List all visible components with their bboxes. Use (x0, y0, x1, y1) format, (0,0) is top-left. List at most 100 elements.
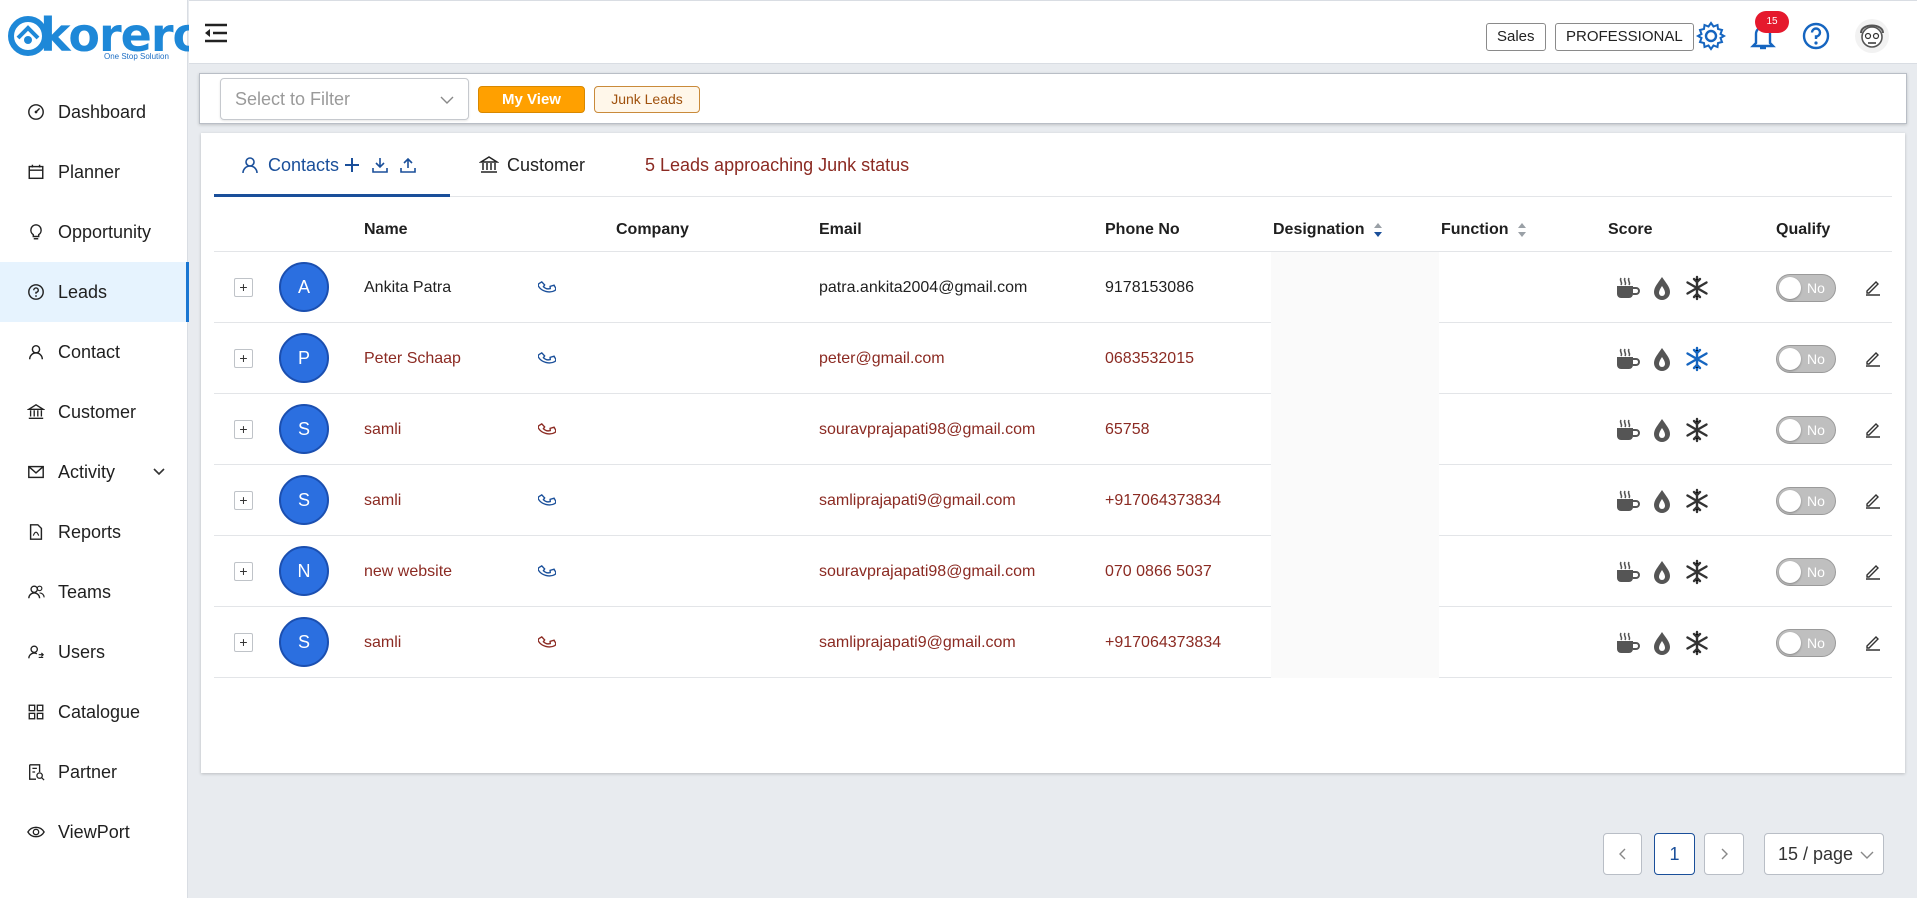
warm-drop-icon[interactable] (1648, 487, 1676, 515)
help-icon[interactable] (1801, 21, 1831, 51)
hot-coffee-icon[interactable] (1613, 629, 1641, 657)
junk-status-warning[interactable]: 5 Leads approaching Junk status (645, 133, 909, 197)
page-size-select[interactable]: 15 / page (1764, 833, 1884, 875)
page-number-button[interactable]: 1 (1654, 833, 1695, 875)
phone-icon[interactable] (538, 562, 556, 580)
edit-icon[interactable] (1864, 633, 1882, 651)
sidebar-item-partner[interactable]: Partner (0, 742, 188, 802)
lead-avatar[interactable]: P (279, 333, 329, 383)
sort-icon[interactable] (1373, 222, 1383, 238)
lead-avatar[interactable]: A (279, 262, 329, 312)
sidebar-item-customer[interactable]: Customer (0, 382, 188, 442)
add-icon[interactable] (343, 156, 361, 174)
qualify-toggle[interactable]: No (1776, 274, 1836, 302)
lead-phone[interactable]: +917064373834 (1105, 607, 1221, 678)
lead-email[interactable]: samliprajapati9@gmail.com (819, 607, 1016, 678)
expand-row-button[interactable]: + (234, 491, 253, 510)
prev-page-button[interactable] (1603, 833, 1642, 875)
lead-name[interactable]: new website (364, 536, 452, 607)
lead-name[interactable]: samli (364, 465, 401, 536)
column-header-qualify[interactable]: Qualify (1776, 208, 1830, 252)
edit-icon[interactable] (1864, 420, 1882, 438)
phone-icon[interactable] (538, 278, 556, 296)
hot-coffee-icon[interactable] (1613, 274, 1641, 302)
tab-customer[interactable]: Customer (479, 133, 585, 197)
lead-name[interactable]: samli (364, 394, 401, 465)
qualify-toggle[interactable]: No (1776, 487, 1836, 515)
sidebar-item-reports[interactable]: Reports (0, 502, 188, 562)
warm-drop-icon[interactable] (1648, 274, 1676, 302)
qualify-toggle[interactable]: No (1776, 558, 1836, 586)
upload-icon[interactable] (399, 156, 417, 174)
phone-icon[interactable] (538, 349, 556, 367)
expand-row-button[interactable]: + (234, 633, 253, 652)
junk-leads-button[interactable]: Junk Leads (594, 86, 700, 113)
lead-avatar[interactable]: S (279, 404, 329, 454)
sidebar-item-teams[interactable]: Teams (0, 562, 188, 622)
table-row[interactable]: + Ssamli samliprajapati9@gmail.com +9170643… (214, 607, 1892, 678)
table-row[interactable]: + Ssamli souravprajapati98@gmail.com 65758 N… (214, 394, 1892, 465)
column-header-email[interactable]: Email (819, 208, 862, 252)
download-icon[interactable] (371, 156, 389, 174)
lead-email[interactable]: souravprajapati98@gmail.com (819, 394, 1035, 465)
expand-row-button[interactable]: + (234, 420, 253, 439)
hot-coffee-icon[interactable] (1613, 345, 1641, 373)
warm-drop-icon[interactable] (1648, 416, 1676, 444)
phone-icon[interactable] (538, 420, 556, 438)
qualify-toggle[interactable]: No (1776, 629, 1836, 657)
table-row[interactable]: + Nnew website souravprajapati98@gmail.com… (214, 536, 1892, 607)
lead-avatar[interactable]: S (279, 475, 329, 525)
table-row[interactable]: + Ssamli samliprajapati9@gmail.com +9170643… (214, 465, 1892, 536)
lead-avatar[interactable]: S (279, 617, 329, 667)
lead-phone[interactable]: 070 0866 5037 (1105, 536, 1212, 607)
table-row[interactable]: + A Ankita Patra patra.ankita2004@gmail.com… (214, 252, 1892, 323)
lead-phone[interactable]: 0683532015 (1105, 323, 1194, 394)
menu-fold-icon[interactable] (203, 21, 229, 45)
filter-select[interactable]: Select to Filter (220, 78, 469, 120)
sidebar-item-catalogue[interactable]: Catalogue (0, 682, 188, 742)
sort-icon[interactable] (1517, 222, 1527, 238)
lead-phone[interactable]: 9178153086 (1105, 252, 1194, 323)
lead-avatar[interactable]: N (279, 546, 329, 596)
column-header-phone[interactable]: Phone No (1105, 208, 1180, 252)
lead-name[interactable]: samli (364, 607, 401, 678)
my-view-button[interactable]: My View (478, 86, 585, 113)
cold-snowflake-icon[interactable] (1683, 558, 1711, 586)
sidebar-item-opportunity[interactable]: Opportunity (0, 202, 188, 262)
expand-row-button[interactable]: + (234, 278, 253, 297)
cold-snowflake-icon[interactable] (1683, 487, 1711, 515)
plan-tag[interactable]: PROFESSIONAL (1555, 23, 1694, 51)
lead-email[interactable]: peter@gmail.com (819, 323, 945, 394)
brand-logo[interactable]: korero One Stop Solution (8, 10, 204, 64)
role-tag[interactable]: Sales (1486, 23, 1546, 51)
lead-phone[interactable]: 65758 (1105, 394, 1150, 465)
sidebar-item-activity[interactable]: Activity (0, 442, 188, 502)
sidebar-item-viewport[interactable]: ViewPort (0, 802, 188, 862)
hot-coffee-icon[interactable] (1613, 487, 1641, 515)
qualify-toggle[interactable]: No (1776, 416, 1836, 444)
column-header-company[interactable]: Company (616, 208, 689, 252)
cold-snowflake-icon[interactable] (1683, 345, 1711, 373)
tab-contacts[interactable]: Contacts (240, 133, 417, 197)
warm-drop-icon[interactable] (1648, 629, 1676, 657)
qualify-toggle[interactable]: No (1776, 345, 1836, 373)
sidebar-item-leads[interactable]: Leads (0, 262, 189, 322)
cold-snowflake-icon[interactable] (1683, 274, 1711, 302)
column-header-name[interactable]: Name (364, 208, 408, 252)
edit-icon[interactable] (1864, 278, 1882, 296)
user-avatar[interactable] (1855, 19, 1889, 53)
column-header-designation[interactable]: Designation (1273, 208, 1383, 252)
chevron-down-icon[interactable] (152, 464, 166, 478)
lead-email[interactable]: samliprajapati9@gmail.com (819, 465, 1016, 536)
column-header-function[interactable]: Function (1441, 208, 1527, 252)
sidebar-item-dashboard[interactable]: Dashboard (0, 82, 188, 142)
edit-icon[interactable] (1864, 562, 1882, 580)
sidebar-item-contact[interactable]: Contact (0, 322, 188, 382)
hot-coffee-icon[interactable] (1613, 416, 1641, 444)
hot-coffee-icon[interactable] (1613, 558, 1641, 586)
warm-drop-icon[interactable] (1648, 345, 1676, 373)
next-page-button[interactable] (1704, 833, 1744, 875)
warm-drop-icon[interactable] (1648, 558, 1676, 586)
expand-row-button[interactable]: + (234, 562, 253, 581)
column-header-score[interactable]: Score (1608, 208, 1652, 252)
